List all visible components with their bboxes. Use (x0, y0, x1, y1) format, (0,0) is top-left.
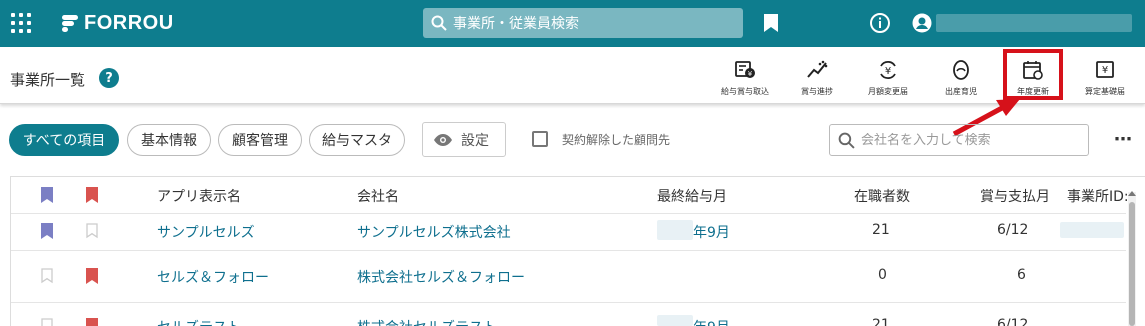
settings-label: 設定 (461, 132, 489, 149)
header-divider (11, 213, 1126, 214)
header-office-id[interactable]: 事業所ID: (1067, 186, 1129, 206)
header-bonus-month[interactable]: 賞与支払月 (980, 186, 1050, 206)
yen-cycle-icon: ¥ (880, 60, 896, 80)
search-icon (838, 132, 855, 149)
chip-customer-management[interactable]: 顧客管理 (218, 124, 302, 156)
redacted-year (657, 220, 693, 240)
base-calc-label: 算定基礎届 (1085, 87, 1125, 96)
redacted-year (657, 315, 693, 326)
app-grid-icon[interactable] (11, 13, 31, 33)
row-employee-count: 0 (878, 267, 887, 283)
header-employee-count[interactable]: 在職者数 (854, 186, 910, 206)
bonus-import-button[interactable]: ¥ 給与賞与取込 (713, 58, 777, 98)
header-last-pay-month[interactable]: 最終給与月 (657, 186, 727, 206)
info-icon[interactable] (869, 12, 891, 34)
svg-text:¥: ¥ (748, 70, 753, 78)
more-options-icon[interactable]: ⋯ (1114, 129, 1133, 150)
monthly-change-label: 月額変更届 (868, 87, 908, 96)
baby-icon (953, 60, 969, 80)
search-icon (431, 15, 447, 31)
svg-text:¥: ¥ (885, 66, 891, 77)
bookmark-red-icon[interactable] (86, 318, 98, 326)
annual-update-highlight-box (1003, 49, 1063, 100)
scroll-up-arrow-icon[interactable] (1128, 191, 1136, 196)
app-name: FORROU (84, 11, 174, 34)
monthly-change-button[interactable]: ¥ 月額変更届 (856, 58, 920, 98)
company-search-box[interactable] (829, 124, 1089, 156)
childbirth-button[interactable]: 出産育児 (929, 58, 993, 98)
bookmark-purple-header-icon[interactable] (41, 187, 53, 203)
yen-box-icon: ¥ (1096, 61, 1114, 78)
progress-chart-icon (807, 60, 828, 78)
row-company-name[interactable]: 株式会社セルズ＆フォロー (357, 267, 525, 287)
row-app-name[interactable]: サンプルセルズ (157, 222, 255, 242)
bonus-import-label: 給与賞与取込 (721, 87, 769, 96)
row-employee-count: 21 (872, 222, 890, 238)
bonus-progress-label: 賞与進捗 (801, 87, 833, 96)
bookmark-purple-icon[interactable] (41, 223, 53, 239)
row-company-name[interactable]: サンプルセルズ株式会社 (357, 222, 511, 242)
user-name-redacted[interactable] (936, 14, 1132, 32)
payroll-import-icon: ¥ (735, 61, 755, 78)
global-search-placeholder: 事業所・従業員検索 (453, 16, 579, 32)
row-bonus-month: 6 (1017, 267, 1026, 283)
bookmark-empty-icon[interactable] (41, 268, 53, 284)
row-employee-count: 21 (872, 317, 890, 326)
svg-text:¥: ¥ (1102, 65, 1108, 76)
help-icon[interactable]: ? (99, 68, 119, 88)
header-company-name[interactable]: 会社名 (357, 186, 399, 206)
page-title: 事業所一覧 (10, 71, 86, 89)
eye-icon (434, 133, 452, 146)
chip-all-items[interactable]: すべての項目 (9, 124, 119, 156)
redacted-office-id (1060, 222, 1124, 238)
row-last-pay-month[interactable]: 年9月 (693, 222, 730, 242)
user-account-icon[interactable] (912, 13, 932, 33)
bonus-progress-button[interactable]: 賞与進捗 (785, 58, 849, 98)
row-company-name[interactable]: 株式会社セルズテスト (357, 317, 497, 326)
header-app-name[interactable]: アプリ表示名 (157, 186, 241, 206)
company-search-input[interactable] (861, 132, 1081, 148)
chip-payroll-master[interactable]: 給与マスタ (309, 124, 405, 156)
row-app-name[interactable]: セルズテスト (157, 317, 241, 326)
row-bonus-month: 6/12 (997, 317, 1029, 326)
row-last-pay-month[interactable]: 年9月 (693, 317, 730, 326)
row-divider (11, 302, 1126, 303)
bookmark-empty-icon[interactable] (41, 318, 53, 326)
logo-mark-icon (60, 13, 80, 33)
bookmark-red-header-icon[interactable] (86, 187, 98, 203)
row-app-name[interactable]: セルズ＆フォロー (157, 267, 269, 287)
bookmark-empty-icon[interactable] (86, 223, 98, 239)
terminated-contracts-label: 契約解除した顧問先 (562, 133, 671, 147)
terminated-contracts-checkbox[interactable] (532, 131, 548, 147)
base-calc-button[interactable]: ¥ 算定基礎届 (1073, 58, 1137, 98)
bookmark-icon[interactable] (763, 13, 779, 33)
global-search-input[interactable]: 事業所・従業員検索 (423, 8, 743, 38)
app-logo[interactable]: FORROU (60, 11, 174, 35)
scrollbar-thumb[interactable] (1129, 202, 1135, 326)
chip-basic-info[interactable]: 基本情報 (127, 124, 211, 156)
row-bonus-month: 6/12 (997, 222, 1029, 238)
settings-button[interactable]: 設定 (422, 122, 506, 157)
bookmark-red-icon[interactable] (86, 268, 98, 284)
row-divider (11, 250, 1126, 251)
